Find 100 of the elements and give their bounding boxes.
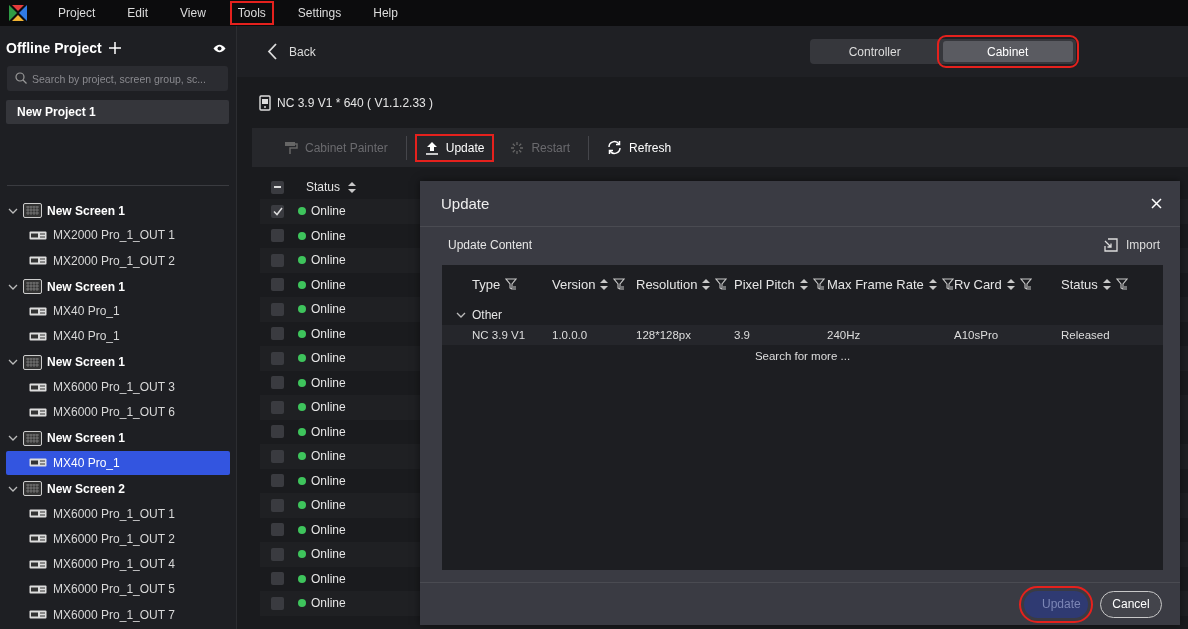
tree-item[interactable]: MX6000 Pro_1_OUT 7 (6, 602, 230, 627)
checkbox[interactable] (271, 596, 284, 610)
checkbox[interactable] (271, 376, 284, 390)
menu-item[interactable]: Tools (229, 1, 274, 25)
status-dot (298, 231, 306, 240)
device-icon (29, 534, 47, 544)
menu-item[interactable]: View (172, 1, 214, 25)
tree-item[interactable]: MX6000 Pro_1_OUT 4 (6, 552, 230, 577)
status-dot (298, 452, 306, 461)
table-cell-text: NC 3.9 V1 (472, 329, 527, 341)
checkbox[interactable] (271, 449, 284, 463)
menu-item[interactable]: Project (50, 1, 104, 25)
column-header[interactable]: Resolution (636, 276, 698, 292)
checkbox[interactable] (271, 400, 284, 414)
checkbox[interactable] (271, 547, 284, 561)
close-button[interactable] (1151, 198, 1162, 209)
checkbox[interactable] (271, 498, 284, 512)
table-cell: Online (311, 400, 346, 415)
device-icon (29, 407, 47, 417)
tree-item[interactable]: MX6000 Pro_1_OUT 2 (6, 526, 230, 551)
tree-item[interactable]: MX6000 Pro_1_OUT 6 (6, 400, 230, 425)
status-dot (298, 501, 306, 510)
project-item[interactable]: New Project 1 (6, 100, 229, 124)
filter-icon[interactable] (505, 278, 518, 290)
tree-item[interactable]: MX40 Pro_1 (6, 299, 230, 324)
table-cell-text: 240Hz (827, 329, 862, 341)
filter-icon[interactable] (1115, 278, 1128, 290)
sort-icon[interactable] (702, 278, 711, 290)
column-header[interactable]: Status (306, 180, 341, 194)
sort-icon[interactable] (928, 278, 937, 290)
filter-icon[interactable] (812, 278, 825, 290)
checkbox[interactable] (271, 253, 284, 267)
column-header[interactable]: Version (552, 276, 596, 292)
toolbar-button[interactable]: Update (414, 133, 495, 162)
import-button[interactable]: Import (1104, 238, 1160, 252)
column-header[interactable]: Pixel Pitch (734, 276, 795, 292)
filter-icon[interactable] (941, 278, 954, 290)
status-dot (298, 280, 306, 289)
checkbox[interactable] (271, 351, 284, 365)
checkbox[interactable] (271, 474, 284, 488)
screen-name[interactable]: New Screen 2 (47, 481, 126, 496)
screen-name[interactable]: New Screen 1 (47, 203, 126, 218)
checkbox[interactable] (271, 572, 284, 586)
spinner-icon (510, 140, 525, 155)
table-cell: Online (311, 522, 346, 537)
filter-icon[interactable] (715, 278, 728, 290)
device-icon (29, 382, 47, 392)
tree-item[interactable]: MX40 Pro_1 (6, 324, 230, 349)
tree-item[interactable]: MX6000 Pro_1_OUT 1 (6, 501, 230, 526)
tree-item[interactable]: MX2000 Pro_1_OUT 2 (6, 248, 230, 273)
checkbox[interactable] (271, 523, 284, 537)
menu-item[interactable]: Edit (119, 1, 157, 25)
column-header[interactable]: Rv Card (954, 276, 1002, 292)
status-dot (298, 574, 306, 583)
sort-icon[interactable] (1102, 278, 1111, 290)
filter-icon[interactable] (1019, 278, 1032, 290)
search-more-link[interactable]: Search for more ... (754, 345, 851, 367)
cabinet-icon (259, 94, 271, 111)
device-icon (29, 256, 47, 266)
checkbox[interactable] (271, 229, 284, 243)
logo-icon (8, 4, 28, 22)
table-cell: Online (311, 228, 346, 243)
column-header[interactable]: Type (472, 276, 501, 292)
tree-item[interactable]: MX6000 Pro_1_OUT 5 (6, 577, 230, 602)
back-button[interactable]: Back (267, 43, 316, 60)
device-icon (29, 332, 47, 341)
column-header[interactable]: Max Frame Rate (827, 276, 924, 292)
column-header[interactable]: Status (1061, 276, 1098, 292)
screen-name[interactable]: New Screen 1 (47, 431, 126, 446)
tree-item[interactable]: MX40 Pro_1 (6, 450, 230, 475)
filter-icon[interactable] (613, 278, 626, 290)
tab[interactable]: Controller (809, 39, 940, 64)
screen-name[interactable]: New Screen 1 (47, 355, 126, 370)
checkbox[interactable] (271, 204, 284, 218)
menu-item[interactable]: Help (365, 1, 406, 25)
tree-item[interactable]: MX2000 Pro_1_OUT 1 (6, 223, 230, 248)
dialog-title: Update (441, 195, 490, 212)
screen-icon (23, 203, 42, 219)
status-dot (298, 329, 306, 338)
group-label[interactable]: Other (472, 307, 502, 322)
checkbox[interactable] (271, 278, 284, 292)
select-all-checkbox[interactable] (271, 180, 284, 194)
checkbox[interactable] (271, 327, 284, 341)
search-field[interactable]: Search by project, screen group, sc... (7, 66, 228, 91)
sort-icon[interactable] (799, 278, 808, 290)
eye-icon[interactable] (213, 43, 226, 53)
menu-item[interactable]: Settings (289, 1, 350, 25)
sort-icon[interactable] (1006, 278, 1015, 290)
status-dot (298, 427, 306, 436)
table-cell: Online (311, 498, 346, 513)
tree-item[interactable]: MX6000 Pro_1_OUT 3 (6, 375, 230, 400)
table-cell: Online (311, 571, 346, 586)
toolbar-button[interactable]: Refresh (597, 133, 682, 162)
sort-icon[interactable] (348, 181, 357, 193)
plus-icon[interactable] (108, 42, 121, 54)
table-cell-text: 128*128px (636, 329, 692, 341)
checkbox[interactable] (271, 302, 284, 316)
sort-icon[interactable] (600, 278, 609, 290)
checkbox[interactable] (271, 425, 284, 439)
screen-name[interactable]: New Screen 1 (47, 279, 126, 294)
